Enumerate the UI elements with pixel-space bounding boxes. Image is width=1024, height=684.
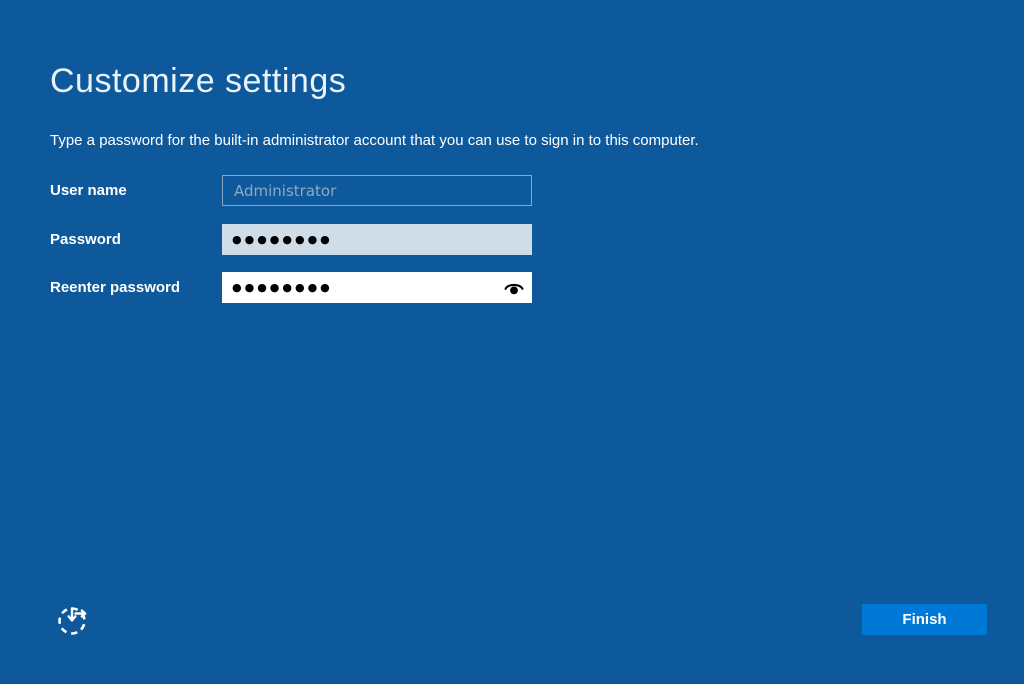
finish-button[interactable]: Finish <box>862 604 987 635</box>
password-input[interactable] <box>222 224 532 255</box>
reenter-password-field <box>222 272 532 303</box>
user-name-input[interactable] <box>222 175 532 206</box>
customize-settings-screen: Customize settings Type a password for t… <box>0 0 1024 684</box>
page-subtitle: Type a password for the built-in adminis… <box>50 132 699 149</box>
reenter-password-label: Reenter password <box>50 272 180 303</box>
page-title: Customize settings <box>50 62 346 101</box>
reenter-password-input[interactable] <box>222 272 532 303</box>
password-reveal-eye-icon[interactable] <box>502 278 526 298</box>
password-label: Password <box>50 224 121 255</box>
ease-of-access-button[interactable] <box>54 599 94 639</box>
ease-of-access-icon <box>55 600 93 638</box>
user-name-label: User name <box>50 175 127 206</box>
user-name-field <box>222 175 532 206</box>
password-field <box>222 224 532 255</box>
